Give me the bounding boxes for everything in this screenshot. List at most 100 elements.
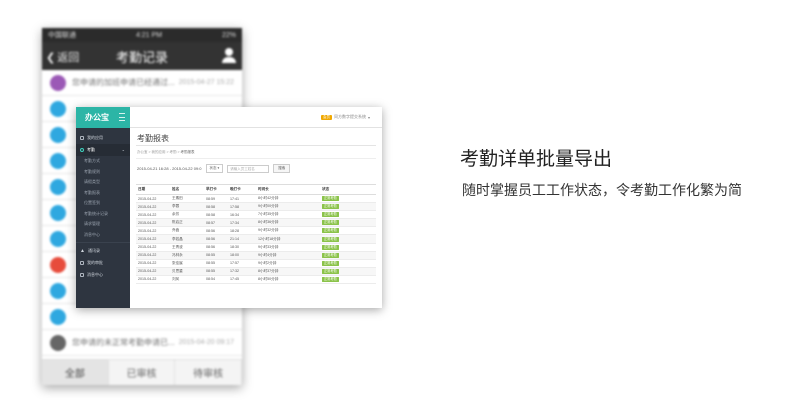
divider	[136, 158, 376, 159]
list-item-text: 您申请的加班申请已经通过...	[72, 78, 175, 87]
feature-heading: 考勤详单批量导出	[460, 149, 613, 170]
sidebar-subitem[interactable]: 考勤规则	[76, 167, 130, 178]
table-row[interactable]: 2015-04-22 乔鑫 08:56 18:28 9小时32分钟 正常考勤	[136, 226, 376, 236]
breadcrumb-item[interactable]: 考勤	[170, 150, 177, 154]
sidebar-subitem[interactable]: 考勤报表	[76, 188, 130, 199]
table-cell: 8小时36分钟	[256, 218, 296, 228]
sidebar-subitem[interactable]: 考勤统计记录	[76, 209, 130, 220]
avatar-icon	[50, 126, 66, 143]
table-header-cell: 日期	[136, 184, 170, 195]
employee-name-input[interactable]: 请输入员工姓名	[227, 164, 270, 173]
sidebar-subitem[interactable]: 消息中心	[76, 230, 130, 241]
table-cell: 9小时33分钟	[256, 243, 296, 252]
table-row[interactable]: 2015-04-22 刘凤 08:54 17:45 8小时50分钟 正常考勤	[136, 275, 376, 285]
table-cell	[296, 210, 320, 220]
breadcrumb-item: 考勤报表	[180, 150, 195, 154]
status-select[interactable]: 状态 ▾	[205, 164, 224, 173]
table-cell: 16:34	[228, 210, 256, 220]
table-header-cell: 早打卡	[204, 184, 228, 195]
sidebar-item-attendance[interactable]: 考勤 ⌄	[76, 144, 130, 156]
phone-title: 考勤记录	[115, 49, 168, 65]
table-row[interactable]: 2015-04-22 陈启正 08:57 17:34 8小时36分钟 正常考勤	[136, 218, 376, 228]
table-cell: 08:55	[204, 259, 228, 268]
chevron-down-icon: ▾	[367, 114, 370, 120]
chevron-down-icon: ⌄	[121, 147, 125, 152]
user-name: 同方数字提交系统	[333, 114, 366, 119]
status-badge: 正常考勤	[322, 236, 339, 242]
list-item[interactable]: 您申请的未正常考勤申请已... 2015-04-20 09:17	[42, 330, 242, 356]
breadcrumb-item[interactable]: 我的应用	[152, 150, 166, 154]
table-cell	[296, 194, 320, 204]
status-badge: 正常考勤	[322, 260, 339, 266]
sidebar-item-messages[interactable]: 消息中心	[76, 269, 130, 281]
table-cell: 刘凤	[170, 275, 204, 285]
list-item-text: 您申请的未正常考勤申请已...	[72, 338, 175, 347]
status-badge: 正常考勤	[322, 212, 339, 218]
status-badge: 正常考勤	[322, 268, 339, 274]
sidebar-subitem[interactable]: 考勤方式	[76, 156, 130, 167]
avatar-icon	[50, 152, 66, 169]
table-row[interactable]: 2015-04-22 贝思重 08:55 17:32 8小时37分钟 正常考勤	[136, 267, 376, 276]
table-cell: 2015-04-22	[136, 243, 170, 252]
table-cell: 9小时32分钟	[256, 226, 296, 236]
phone-status-bar: 中国联通 4:21 PM 22%	[42, 28, 242, 42]
breadcrumb-item[interactable]: 办公宝	[137, 150, 148, 154]
divider	[76, 242, 130, 243]
table-row[interactable]: 2015-04-22 王青波 08:56 18:30 9小时33分钟 正常考勤	[136, 243, 376, 252]
date-range-field[interactable]: 2015-04-21 16:28 - 2015-04-22 09:0	[137, 166, 202, 171]
table-row[interactable]: 2015-04-22 李蓉 08:58 17:58 9小时00分钟 正常考勤	[136, 202, 376, 212]
user-menu[interactable]: 会员 同方数字提交系统 ▾	[320, 114, 370, 120]
logo[interactable]: 办公宝	[76, 107, 130, 128]
list-item-time: 2015-04-20 09:17	[178, 339, 234, 346]
table-cell: 2015-04-22	[136, 210, 170, 220]
status-badge: 正常考勤	[322, 220, 339, 226]
table-cell	[296, 234, 320, 244]
sidebar-subitem[interactable]: 位置签到	[76, 198, 130, 209]
table-cell: 正常考勤	[320, 259, 376, 268]
tab-2[interactable]: 待审核	[175, 360, 242, 385]
table-cell: 张佳宸	[170, 259, 204, 268]
menu-icon[interactable]	[119, 113, 125, 121]
table-cell: 12小时18分钟	[256, 234, 296, 244]
sidebar-subitem[interactable]: 请求管理	[76, 219, 130, 230]
sidebar-item-approvals[interactable]: 我的审批	[76, 257, 130, 269]
sidebar-item-my-apps[interactable]: 我的应用	[76, 132, 130, 144]
table-row[interactable]: 2015-04-22 王素田 08:59 17:41 8小时42分钟 正常考勤	[136, 194, 376, 204]
table-row[interactable]: 2015-04-22 张佳宸 08:55 17:57 9小时2分钟 正常考勤	[136, 259, 376, 268]
report-main: 考勤报表 办公宝 > 我的应用 > 考勤 > 考勤报表 2015-04-21 1…	[130, 128, 382, 308]
table-header-cell: 晚打卡	[228, 184, 256, 195]
table-cell	[296, 259, 320, 268]
attendance-table: 日期 姓名 早打卡 晚打卡 时间长 状态 2015-04-22 王素田 08:59 17:41 8…	[136, 184, 376, 285]
table-cell: 正常考勤	[320, 267, 376, 276]
table-row[interactable]: 2015-04-22 余芳 08:58 16:34 7小时35分钟 正常考勤	[136, 210, 376, 220]
table-cell	[296, 243, 320, 252]
table-row[interactable]: 2015-04-22 冯林永 08:55 18:00 9小时4分钟 正常考勤	[136, 251, 376, 260]
search-button[interactable]: 搜索	[273, 164, 291, 173]
sidebar-subitem[interactable]: 请假类型	[76, 177, 130, 188]
member-badge: 会员	[320, 114, 332, 120]
table-header-row: 日期 姓名 早打卡 晚打卡 时间长 状态	[136, 184, 376, 195]
table-row[interactable]: 2015-04-22 李若晶 08:56 21:14 12小时18分钟 正常考勤	[136, 234, 376, 244]
status-time: 4:21 PM	[135, 31, 163, 39]
table-cell: 08:55	[204, 267, 228, 276]
user-icon[interactable]	[222, 48, 236, 63]
table-cell: 9小时00分钟	[256, 202, 296, 212]
table-cell	[296, 202, 320, 212]
avatar-icon	[50, 230, 66, 247]
status-badge: 正常考勤	[322, 252, 339, 258]
table-cell: 2015-04-22	[136, 267, 170, 276]
table-cell: 乔鑫	[170, 226, 204, 236]
back-button[interactable]: ❮ 返回	[46, 49, 79, 65]
sidebar-item-contacts[interactable]: ▲ 通讯录	[76, 245, 130, 257]
table-cell: 18:28	[228, 226, 256, 236]
tab-0[interactable]: 全部	[42, 360, 109, 385]
list-item[interactable]: 您申请的加班申请已经通过... 2015-04-27 15:22	[42, 70, 242, 96]
sidebar-item-label: 消息中心	[87, 272, 103, 277]
table-cell: 余芳	[170, 210, 204, 220]
tab-1[interactable]: 已审核	[109, 360, 176, 385]
table-cell: 08:59	[204, 194, 228, 204]
sidebar-submenu: 考勤方式 考勤规则 请假类型 考勤报表 位置签到 考勤统计记录 请求管理 消息中心	[76, 156, 130, 240]
table-cell: 08:56	[204, 226, 228, 236]
table-cell: 9小时2分钟	[256, 259, 296, 268]
table-cell: 9小时4分钟	[256, 251, 296, 260]
